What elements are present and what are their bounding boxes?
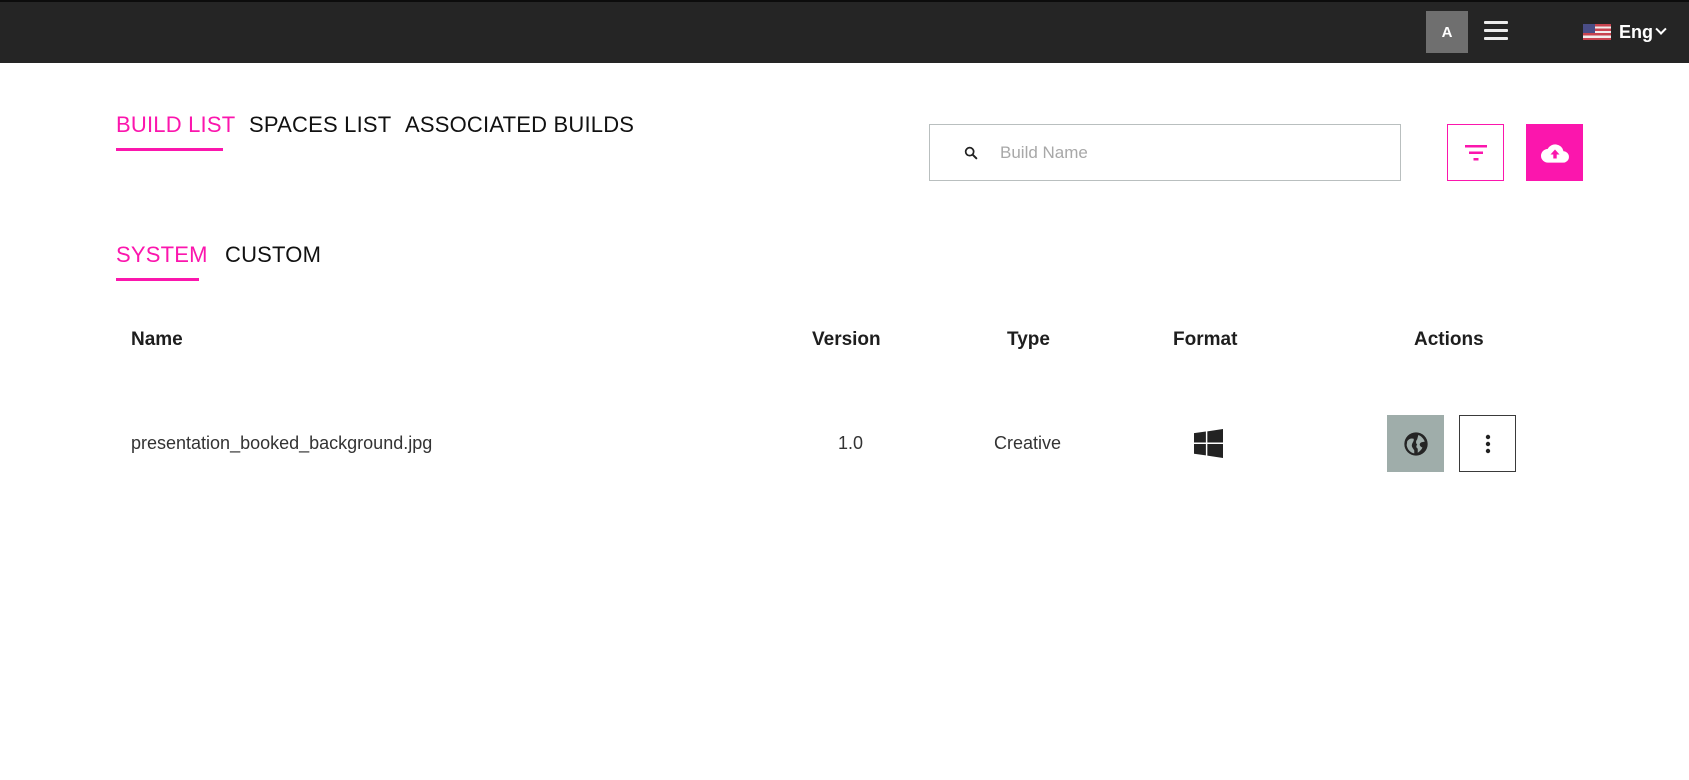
column-header-version: Version — [812, 329, 881, 350]
build-name-cell: presentation_booked_background.jpg — [131, 433, 433, 453]
more-actions-button[interactable] — [1459, 415, 1516, 472]
tab-system[interactable]: SYSTEM — [116, 242, 208, 268]
column-header-format: Format — [1173, 329, 1238, 350]
top-navbar: A Eng — [0, 0, 1689, 63]
tab-custom[interactable]: CUSTOM — [225, 242, 321, 268]
chevron-down-icon — [1655, 23, 1667, 35]
upload-button[interactable] — [1526, 124, 1583, 181]
user-avatar[interactable]: A — [1426, 11, 1468, 53]
language-label: Eng — [1619, 21, 1653, 42]
version-cell: 1.0 — [838, 433, 864, 453]
active-subtab-indicator — [116, 278, 199, 281]
active-tab-indicator — [116, 148, 223, 151]
tab-spaces-list[interactable]: SPACES LIST — [249, 112, 391, 138]
type-cell: Creative — [994, 433, 1062, 453]
build-name-search-input[interactable] — [1000, 139, 1380, 167]
globe-icon — [1403, 431, 1428, 456]
filter-icon — [1464, 144, 1487, 160]
search-icon — [964, 146, 978, 160]
column-header-name: Name — [131, 329, 183, 350]
tab-build-list[interactable]: BUILD LIST — [116, 112, 235, 138]
windows-icon — [1194, 429, 1223, 458]
language-selector[interactable]: Eng — [1583, 18, 1667, 46]
hamburger-menu-icon[interactable] — [1484, 20, 1508, 42]
us-flag-icon — [1583, 24, 1611, 40]
cloud-upload-icon — [1540, 143, 1569, 163]
tab-associated-builds[interactable]: ASSOCIATED BUILDS — [405, 112, 634, 138]
more-vertical-icon — [1485, 434, 1490, 453]
publish-globe-button[interactable] — [1387, 415, 1444, 472]
column-header-actions: Actions — [1414, 329, 1484, 350]
column-header-type: Type — [1007, 329, 1050, 350]
search-box — [929, 124, 1401, 181]
filter-button[interactable] — [1447, 124, 1504, 181]
